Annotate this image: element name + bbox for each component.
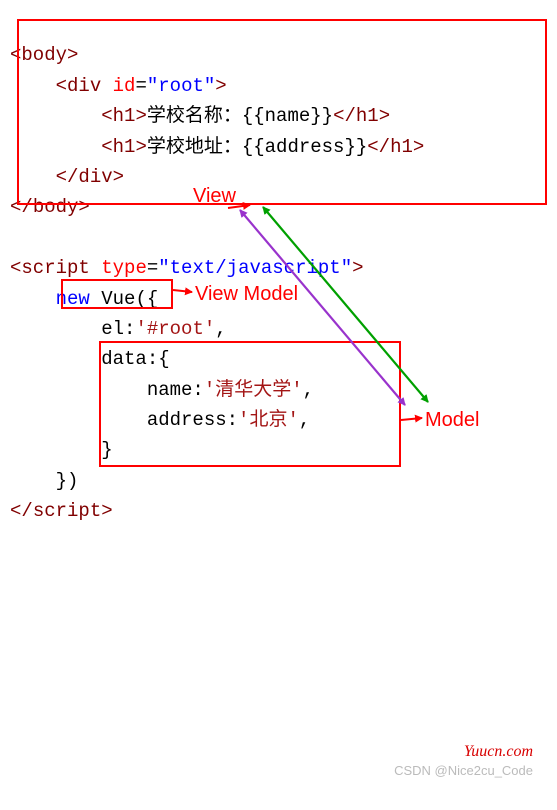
view-model-label: View Model (195, 278, 298, 310)
arrow-model-label (401, 418, 422, 420)
code-diagram: <body> <div id="root"> <h1>学校名称：{{name}}… (10, 10, 547, 800)
line-name: name:'清华大学', (147, 379, 314, 401)
watermark-site: Yuucn.com (464, 739, 533, 765)
line-new-vue: new Vue({ (56, 288, 159, 310)
arrow-vm-label (173, 290, 192, 292)
line-address: address:'北京', (147, 409, 310, 431)
line-div-close: </div> (56, 166, 124, 188)
line-el: el:'#root', (101, 318, 226, 340)
model-label: Model (425, 404, 479, 436)
line-script-open: <script type="text/javascript"> (10, 257, 364, 279)
line-h1-address: <h1>学校地址：{{address}}</h1> (101, 136, 424, 158)
watermark-csdn: CSDN @Nice2cu_Code (394, 761, 533, 782)
line-data-open: data:{ (101, 348, 169, 370)
line-body-close: </body> (10, 196, 90, 218)
line-data-close: } (101, 439, 112, 461)
line-div-open: <div id="root"> (56, 75, 227, 97)
line-h1-name: <h1>学校名称：{{name}}</h1> (101, 105, 390, 127)
line-vue-close: }) (56, 470, 79, 492)
view-label: View (193, 180, 236, 212)
line-body-open: <body> (10, 44, 78, 66)
line-script-close: </script> (10, 500, 113, 522)
